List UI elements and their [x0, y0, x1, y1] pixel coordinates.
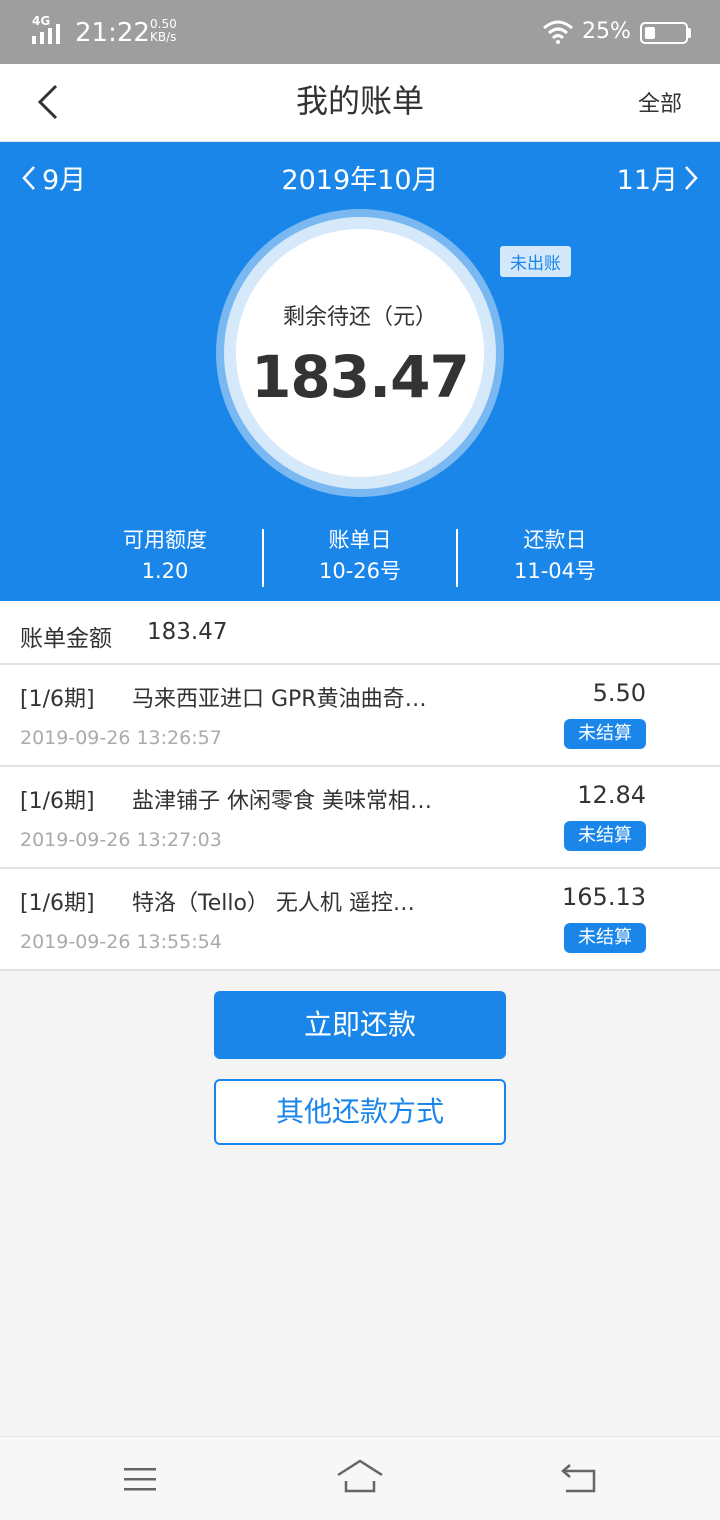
status-badge: 未出账 — [500, 246, 571, 277]
menu-icon[interactable] — [122, 1465, 158, 1493]
settlement-status-badge: 未结算 — [564, 923, 646, 953]
item-name: 盐津铺子 休闲零食 美味常相… — [132, 789, 432, 814]
home-icon[interactable] — [336, 1459, 384, 1495]
remaining-label: 剩余待还（元） — [282, 305, 437, 330]
installment-period: [1/6期] — [20, 891, 95, 916]
stat-bill-date: 账单日 10-26号 — [263, 526, 457, 588]
bill-total-label: 账单金额 — [20, 626, 112, 652]
battery-percent: 25% — [582, 19, 631, 44]
network-speed: 0.50 KB/s — [150, 18, 177, 44]
bill-total-row: 账单金额 183.47 — [0, 601, 720, 665]
speed-unit: KB/s — [150, 30, 177, 44]
stat-available-credit: 可用额度 1.20 — [68, 526, 262, 588]
stat-value: 11-04号 — [513, 559, 597, 583]
item-name: 特洛（Tello） 无人机 遥控… — [132, 891, 415, 916]
stat-title: 账单日 — [328, 528, 392, 552]
stat-title: 还款日 — [523, 528, 587, 552]
credit-stats: 可用额度 1.20 账单日 10-26号 还款日 11-04号 — [0, 526, 720, 588]
network-type: 4G — [32, 14, 51, 28]
current-month: 2019年10月 — [281, 165, 439, 196]
transaction-date: 2019-09-26 13:27:03 — [20, 829, 222, 851]
installment-period: [1/6期] — [20, 687, 95, 712]
remaining-amount: 183.47 — [251, 343, 470, 411]
settlement-status-badge: 未结算 — [564, 821, 646, 851]
transaction-row[interactable]: [1/6期] 盐津铺子 休闲零食 美味常相… 2019-09-26 13:27:… — [0, 767, 720, 869]
battery-icon — [640, 22, 688, 44]
transaction-date: 2019-09-26 13:55:54 — [20, 931, 222, 953]
stat-value: 1.20 — [141, 559, 189, 583]
page-title: 我的账单 — [295, 82, 424, 120]
app-header: 我的账单 全部 — [0, 64, 720, 142]
system-nav-bar — [0, 1436, 720, 1520]
bill-total-value: 183.47 — [147, 619, 228, 645]
bill-summary-panel: 9月 2019年10月 11月 剩余待还（元） 183.47 未出账 可用额度 … — [0, 142, 720, 601]
chevron-right-icon — [685, 165, 698, 190]
stat-value: 10-26号 — [318, 559, 402, 583]
status-bar: 4G 21:22 0.50 KB/s 25% — [0, 0, 720, 64]
all-bills-link[interactable]: 全部 — [638, 86, 682, 118]
wifi-icon — [543, 20, 573, 44]
repay-now-button[interactable]: 立即还款 — [214, 991, 506, 1059]
stat-title: 可用额度 — [123, 528, 207, 552]
transaction-row[interactable]: [1/6期] 特洛（Tello） 无人机 遥控… 2019-09-26 13:5… — [0, 869, 720, 971]
next-month-label: 11月 — [616, 165, 678, 196]
next-month-button[interactable]: 11月 — [617, 158, 700, 197]
settlement-status-badge: 未结算 — [564, 719, 646, 749]
transaction-amount: 165.13 — [562, 883, 646, 911]
stat-due-date: 还款日 11-04号 — [458, 526, 652, 588]
return-icon[interactable] — [560, 1461, 598, 1495]
remaining-circle: 剩余待还（元） 183.47 — [216, 209, 504, 497]
other-repayment-button[interactable]: 其他还款方式 — [214, 1079, 506, 1145]
clock: 21:22 — [75, 18, 150, 48]
installment-period: [1/6期] — [20, 789, 95, 814]
transaction-amount: 5.50 — [592, 679, 646, 707]
item-name: 马来西亚进口 GPR黄油曲奇… — [132, 687, 427, 712]
transaction-amount: 12.84 — [577, 781, 646, 809]
transaction-row[interactable]: [1/6期] 马来西亚进口 GPR黄油曲奇… 2019-09-26 13:26:… — [0, 665, 720, 767]
transaction-date: 2019-09-26 13:26:57 — [20, 727, 222, 749]
